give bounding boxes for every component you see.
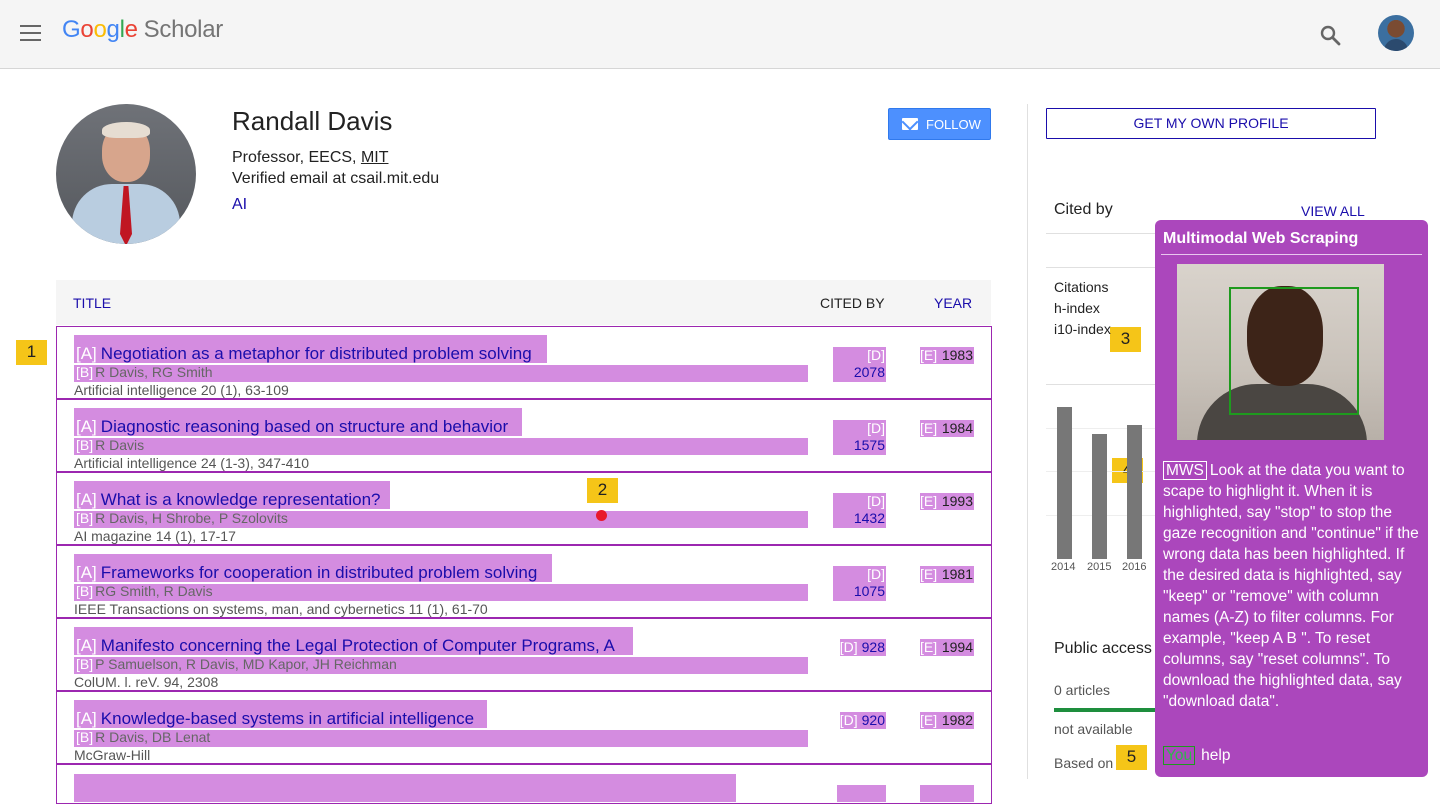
cited-by-count[interactable]: [D] 2078: [833, 347, 886, 382]
profile-name: Randall Davis: [232, 106, 393, 136]
profile-photo: [56, 104, 196, 244]
mws-instructions: MWS Look at the data you want to scape to…: [1163, 461, 1419, 710]
paper-year: [E] 1983: [920, 347, 974, 364]
mail-icon: [902, 118, 918, 130]
citations-bar: [1057, 407, 1072, 559]
sort-by-title[interactable]: TITLE: [73, 295, 111, 311]
paper-title-link[interactable]: [A] Diagnostic reasoning based on structu…: [76, 417, 508, 437]
stat-citations: Citations: [1054, 279, 1109, 295]
cited-by-count[interactable]: [D] 1075: [833, 566, 886, 601]
paper-year: [E] 1981: [920, 566, 974, 583]
based-on-text: Based on: [1054, 755, 1114, 771]
cited-by-heading: Cited by: [1054, 201, 1113, 218]
cited-by-count[interactable]: [D] 928: [839, 639, 886, 656]
paper-title-link[interactable]: [A] Frameworks for cooperation in distrib…: [76, 563, 537, 583]
view-all-link[interactable]: VIEW ALL: [1301, 203, 1365, 219]
stat-i10-index: i10-index: [1054, 321, 1111, 337]
table-row-partial: [56, 764, 992, 804]
paper-title-link[interactable]: [A] Negotiation as a metaphor for distrib…: [76, 344, 532, 364]
public-access-heading: Public access: [1054, 640, 1152, 657]
google-scholar-logo[interactable]: Google Scholar: [62, 16, 223, 44]
table-header: TITLE CITED BY YEAR: [56, 280, 991, 325]
public-access-bar: [1054, 708, 1156, 712]
mws-panel: Multimodal Web Scraping MWS Look at the d…: [1155, 220, 1428, 777]
public-access-articles: 0 articles: [1054, 682, 1111, 698]
mws-divider: [1161, 254, 1422, 255]
table-row: [A] What is a knowledge representation? […: [56, 472, 992, 545]
hamburger-menu-icon[interactable]: [20, 25, 41, 41]
stat-h-index: h-index: [1054, 300, 1100, 316]
paper-title-link[interactable]: [A] Knowledge-based systems in artificial…: [76, 709, 474, 729]
get-my-own-profile-button[interactable]: GET MY OWN PROFILE: [1046, 108, 1376, 139]
paper-year: [E] 1994: [920, 639, 974, 656]
gaze-point: [596, 510, 607, 521]
follow-button[interactable]: FOLLOW: [888, 108, 991, 140]
divider: [1046, 384, 1156, 385]
year-label: 2015: [1087, 561, 1112, 573]
paper-venue: Artificial intelligence 20 (1), 63-109: [74, 382, 289, 398]
paper-venue: ColUM. l. reV. 94, 2308: [74, 674, 219, 690]
profile-email: Verified email at csail.mit.edu: [232, 170, 440, 187]
paper-venue: AI magazine 14 (1), 17-17: [74, 528, 236, 544]
column-divider: [1027, 104, 1028, 779]
mws-help-text: help: [1201, 747, 1231, 764]
cited-by-count[interactable]: [D] 1575: [833, 420, 886, 455]
paper-authors: [B] R Davis, DB Lenat: [76, 729, 211, 745]
paper-year: [E] 1982: [920, 712, 974, 729]
paper-venue: McGraw-Hill: [74, 747, 151, 763]
account-avatar[interactable]: [1378, 15, 1414, 51]
table-row: [A] Diagnostic reasoning based on structu…: [56, 399, 992, 472]
sort-by-cited[interactable]: CITED BY: [820, 295, 885, 311]
marker-5: 5: [1116, 745, 1147, 770]
citations-bar: [1092, 434, 1107, 559]
cited-by-count[interactable]: [D] 920: [839, 712, 886, 729]
mws-tag: MWS: [1163, 461, 1207, 480]
paper-title-link[interactable]: [A] What is a knowledge representation?: [76, 490, 381, 510]
citations-bar: [1127, 425, 1142, 559]
table-row: [A] Frameworks for cooperation in distrib…: [56, 545, 992, 618]
year-label: 2014: [1051, 561, 1076, 573]
mws-footer: You help: [1163, 746, 1231, 765]
interest-link-ai[interactable]: AI: [232, 196, 247, 214]
table-row: [A] Manifesto concerning the Legal Protec…: [56, 618, 992, 691]
cited-by-count[interactable]: [D] 1432: [833, 493, 886, 528]
paper-year: [E] 1993: [920, 493, 974, 510]
paper-venue: Artificial intelligence 24 (1-3), 347-41…: [74, 455, 310, 471]
top-app-bar: Google Scholar: [0, 0, 1440, 69]
paper-venue: IEEE Transactions on systems, man, and c…: [74, 601, 488, 617]
mws-title: Multimodal Web Scraping: [1163, 230, 1359, 247]
marker-2: 2: [587, 478, 618, 503]
marker-1: 1: [16, 340, 47, 365]
marker-3: 3: [1110, 327, 1141, 352]
table-row: [A] Negotiation as a metaphor for distrib…: [56, 326, 992, 399]
search-icon[interactable]: [1318, 23, 1342, 47]
paper-authors: [B] R Davis: [76, 437, 145, 453]
not-available-text: not available: [1054, 721, 1133, 737]
sort-by-year[interactable]: YEAR: [934, 295, 972, 311]
year-label: 2016: [1122, 561, 1147, 573]
table-row: [A] Knowledge-based systems in artificial…: [56, 691, 992, 764]
affiliation-link[interactable]: MIT: [361, 149, 389, 166]
divider: [1046, 233, 1156, 234]
paper-title-link[interactable]: [A] Manifesto concerning the Legal Protec…: [76, 636, 615, 656]
paper-authors: [B] R Davis, H Shrobe, P Szolovits: [76, 510, 288, 526]
divider: [1046, 267, 1156, 268]
paper-authors: [B] RG Smith, R Davis: [76, 583, 213, 599]
profile-affiliation: Professor, EECS, MIT: [232, 149, 389, 166]
webcam-preview: [1177, 264, 1384, 440]
mws-you-button[interactable]: You: [1163, 746, 1196, 765]
paper-authors: [B] P Samuelson, R Davis, MD Kapor, JH Re…: [76, 656, 397, 672]
paper-year: [E] 1984: [920, 420, 974, 437]
paper-authors: [B] R Davis, RG Smith: [76, 364, 213, 380]
face-detection-box: [1229, 287, 1359, 415]
